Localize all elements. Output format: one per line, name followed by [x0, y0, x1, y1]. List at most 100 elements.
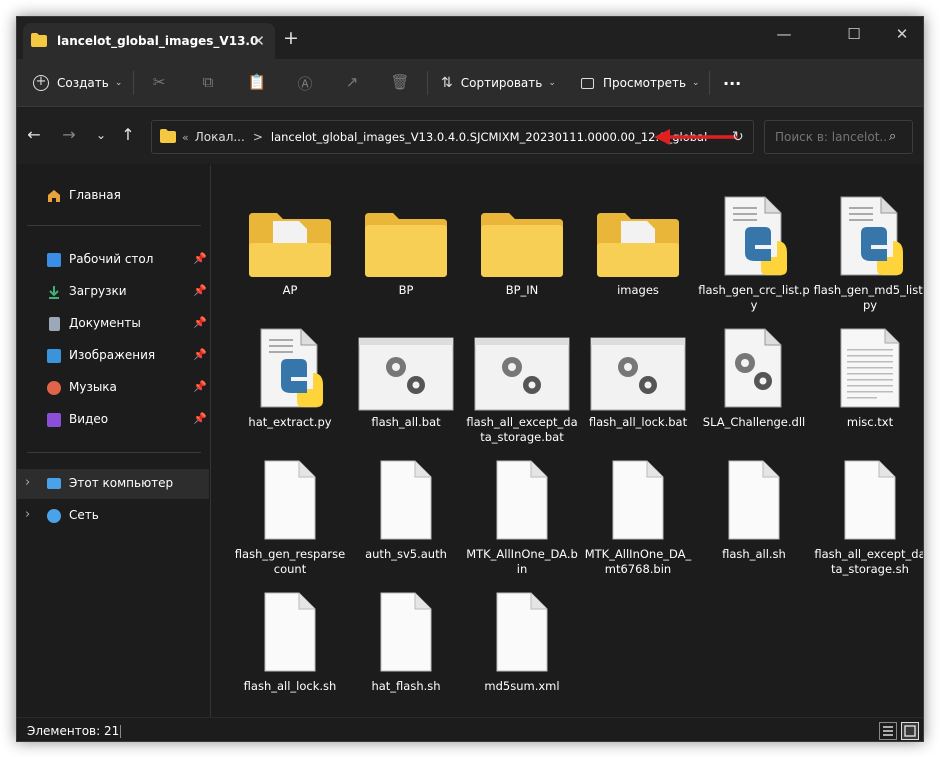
bat-file-icon: [581, 327, 695, 411]
folder-icon: [233, 195, 347, 279]
refresh-icon[interactable]: ↻: [732, 129, 744, 145]
title-bar: lancelot_global_images_V13.0 ✕ + — ☐ ✕: [17, 17, 923, 59]
divider: [27, 452, 201, 453]
cut-icon[interactable]: ✂: [148, 73, 170, 91]
dll-file-icon: [697, 327, 811, 411]
chevron-down-icon: ⌄: [548, 78, 556, 88]
file-name: MTK_AllInOne_DA.bin: [466, 547, 578, 576]
divider: [27, 225, 201, 226]
paste-icon[interactable]: 📋: [246, 73, 268, 91]
chevron-right-icon[interactable]: ›: [25, 507, 30, 522]
more-options-button[interactable]: ···: [723, 59, 741, 107]
copy-icon[interactable]: ⧉: [197, 73, 219, 91]
file-name: MTK_AllInOne_DA_mt6768.bin: [584, 547, 692, 576]
sidebar-item-label: Видео: [69, 412, 109, 426]
tab-title: lancelot_global_images_V13.0: [57, 34, 259, 48]
back-arrow-icon[interactable]: ←: [23, 125, 45, 144]
pin-icon[interactable]: 📌: [193, 348, 207, 361]
file-explorer-window: lancelot_global_images_V13.0 ✕ + — ☐ ✕ +…: [16, 16, 924, 742]
pin-icon[interactable]: 📌: [193, 412, 207, 425]
annotation-arrow: [652, 128, 742, 149]
file-name: misc.txt: [846, 415, 894, 429]
close-button[interactable]: ✕: [879, 21, 923, 47]
file-name: flash_all.bat: [371, 415, 441, 429]
breadcrumb-current[interactable]: lancelot_global_images_V13.0.4.0.SJCMIXM…: [271, 130, 707, 144]
sidebar-item-home[interactable]: Главная: [17, 181, 209, 211]
file-file-icon: [349, 459, 463, 543]
create-button[interactable]: + Создать ⌄: [33, 59, 122, 107]
pin-icon[interactable]: 📌: [193, 316, 207, 329]
file-name: BP: [398, 283, 414, 297]
sidebar-item-downloads[interactable]: Загрузки 📌: [17, 277, 209, 307]
folder-icon: [160, 128, 176, 146]
pin-icon[interactable]: 📌: [193, 380, 207, 393]
file-name: auth_sv5.auth: [365, 547, 447, 561]
search-input[interactable]: [775, 130, 887, 144]
file-name: hat_flash.sh: [371, 679, 441, 693]
chevron-right-icon[interactable]: ›: [25, 475, 30, 490]
pin-icon[interactable]: 📌: [193, 284, 207, 297]
file-name: flash_all_except_data_storage.bat: [466, 415, 578, 444]
new-tab-button[interactable]: +: [279, 27, 303, 49]
pin-icon[interactable]: 📌: [193, 252, 207, 265]
minimize-button[interactable]: —: [761, 21, 807, 47]
pictures-icon: [47, 349, 61, 363]
create-label: Создать: [57, 76, 109, 90]
sidebar-item-desktop[interactable]: Рабочий стол 📌: [17, 245, 209, 275]
sidebar-item-documents[interactable]: Документы 📌: [17, 309, 209, 339]
command-bar: + Создать ⌄ ✂ ⧉ 📋 Ⓐ ↗ 🗑 ⇅ Сортировать ⌄ …: [17, 59, 923, 107]
sidebar-item-pictures[interactable]: Изображения 📌: [17, 341, 209, 371]
python-file-icon: [233, 327, 347, 411]
active-tab[interactable]: lancelot_global_images_V13.0 ✕: [23, 23, 275, 59]
python-file-icon: [697, 195, 811, 279]
breadcrumb-parent[interactable]: Локал...: [195, 130, 245, 144]
file-grid: AP BP BP_IN images flash_gen_crc_list.py flas…: [211, 165, 924, 717]
view-label: Просмотреть: [603, 76, 687, 90]
folder-icon: [31, 32, 47, 51]
txt-file-icon: [813, 327, 923, 411]
navigation-pane: Главная Рабочий стол 📌 Загрузки 📌 Докуме…: [17, 165, 209, 717]
sidebar-item-music[interactable]: Музыка 📌: [17, 373, 209, 403]
plus-circle-icon: +: [33, 75, 49, 91]
file-name: flash_gen_resparsecount: [234, 547, 346, 576]
sort-button[interactable]: ⇅ Сортировать ⌄: [441, 59, 556, 107]
bat-file-icon: [465, 327, 579, 411]
details-view-icon[interactable]: [879, 722, 897, 740]
home-icon: [47, 189, 61, 203]
divider: [120, 725, 121, 738]
delete-icon[interactable]: 🗑: [389, 73, 411, 91]
status-bar: Элементов: 21: [17, 717, 923, 741]
share-icon[interactable]: ↗: [341, 73, 363, 91]
search-icon[interactable]: ⌕: [889, 121, 896, 153]
sort-label: Сортировать: [460, 76, 543, 90]
search-box[interactable]: ⌕: [764, 120, 913, 154]
address-bar[interactable]: « Локал... > lancelot_global_images_V13.…: [151, 120, 754, 154]
file-name: flash_gen_md5_list.py: [813, 283, 924, 312]
toolbar-divider: [709, 71, 710, 95]
breadcrumb-overflow[interactable]: «: [182, 131, 189, 144]
view-button[interactable]: Просмотреть ⌄: [581, 59, 700, 107]
file-name: BP_IN: [505, 283, 539, 297]
folder-icon: [465, 195, 579, 279]
forward-arrow-icon[interactable]: →: [58, 125, 80, 144]
network-icon: [47, 509, 61, 523]
up-arrow-icon[interactable]: ↑: [117, 125, 139, 144]
rename-icon[interactable]: Ⓐ: [294, 73, 316, 94]
file-file-icon: [697, 459, 811, 543]
item-count: Элементов: 21: [27, 724, 120, 738]
large-icons-view-icon[interactable]: [901, 722, 919, 740]
tab-close-icon[interactable]: ✕: [252, 32, 265, 50]
python-file-icon: [813, 195, 923, 279]
maximize-button[interactable]: ☐: [831, 21, 877, 47]
file-file-icon: [233, 459, 347, 543]
file-name: flash_all.sh: [722, 547, 786, 561]
sidebar-item-video[interactable]: Видео 📌: [17, 405, 209, 435]
recent-locations-chevron-icon[interactable]: ⌄: [90, 128, 112, 142]
computer-icon: [47, 478, 61, 489]
sidebar-item-network[interactable]: › Сеть: [17, 501, 209, 531]
sidebar-item-label: Изображения: [69, 348, 156, 362]
file-name: AP: [282, 283, 298, 297]
sidebar-item-this-pc[interactable]: › Этот компьютер: [17, 469, 209, 499]
navigation-row: ← → ⌄ ↑ « Локал... > lancelot_global_ima…: [17, 108, 923, 164]
file-file-icon: [581, 459, 695, 543]
